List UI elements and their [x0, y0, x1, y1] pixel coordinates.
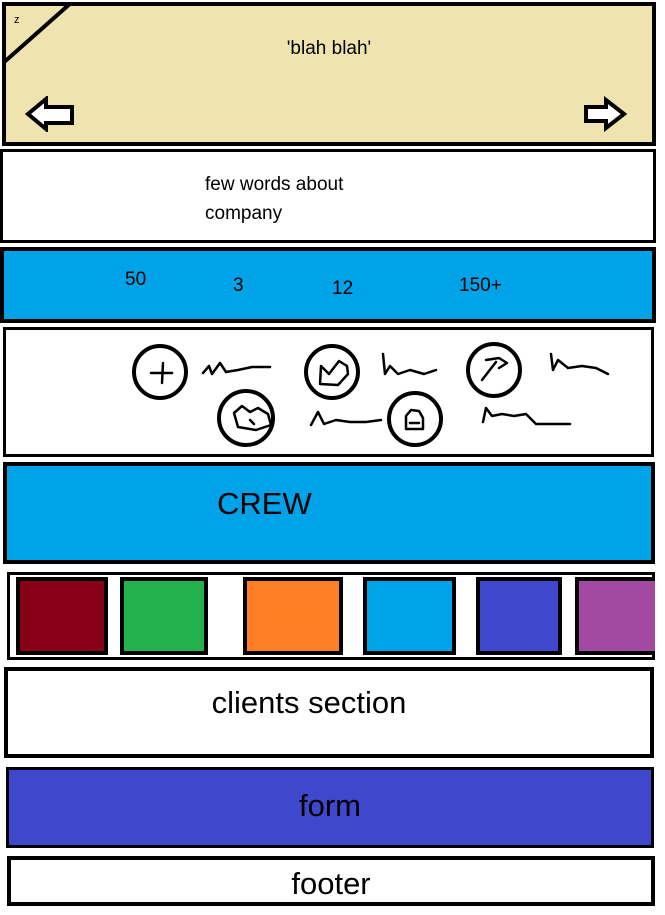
heart-icon [304, 344, 360, 400]
arrow-right-icon[interactable] [580, 96, 632, 132]
crew-member-card[interactable] [363, 577, 456, 655]
lock-icon [387, 391, 443, 447]
squiggle-text [381, 352, 438, 376]
stat-value: 12 [332, 278, 354, 299]
squiggle-text [309, 410, 383, 427]
hero-title: 'blah blah' [286, 38, 372, 59]
stats-section: 50 3 12 150+ [0, 247, 656, 323]
services-section [3, 327, 654, 457]
corner-label: z [14, 14, 20, 26]
stat-value: 150+ [459, 275, 502, 296]
about-text: few words about company [205, 170, 465, 228]
crew-members-row [7, 572, 655, 660]
footer-title: footer [291, 866, 371, 901]
squiggle-text [549, 352, 610, 376]
crew-member-card[interactable] [16, 577, 108, 655]
squiggle-text [481, 406, 572, 426]
about-line-1: few words about [205, 174, 344, 195]
crew-member-card[interactable] [575, 577, 655, 655]
crew-member-card[interactable] [120, 577, 208, 655]
footer-section: footer [7, 856, 655, 906]
crew-title: CREW [217, 486, 312, 521]
clients-title: clients section [211, 685, 407, 720]
clients-section: clients section [4, 667, 654, 758]
stat-value: 50 [125, 269, 147, 290]
crew-member-card[interactable] [243, 577, 343, 655]
heart-icon [217, 389, 275, 447]
crew-member-card[interactable] [476, 577, 562, 655]
services-sketch [132, 342, 610, 447]
about-section: few words about company [0, 149, 656, 243]
stat-value: 3 [233, 275, 244, 296]
hero-section: z 'blah blah' [2, 2, 656, 146]
about-line-2: company [205, 203, 283, 224]
crew-section: CREW [3, 462, 655, 564]
squiggle-text [201, 361, 272, 376]
form-section[interactable]: form [6, 767, 654, 848]
plus-icon [132, 344, 188, 400]
form-title: form [299, 788, 361, 823]
arrow-left-icon[interactable] [24, 96, 76, 132]
hammer-icon [466, 342, 522, 398]
